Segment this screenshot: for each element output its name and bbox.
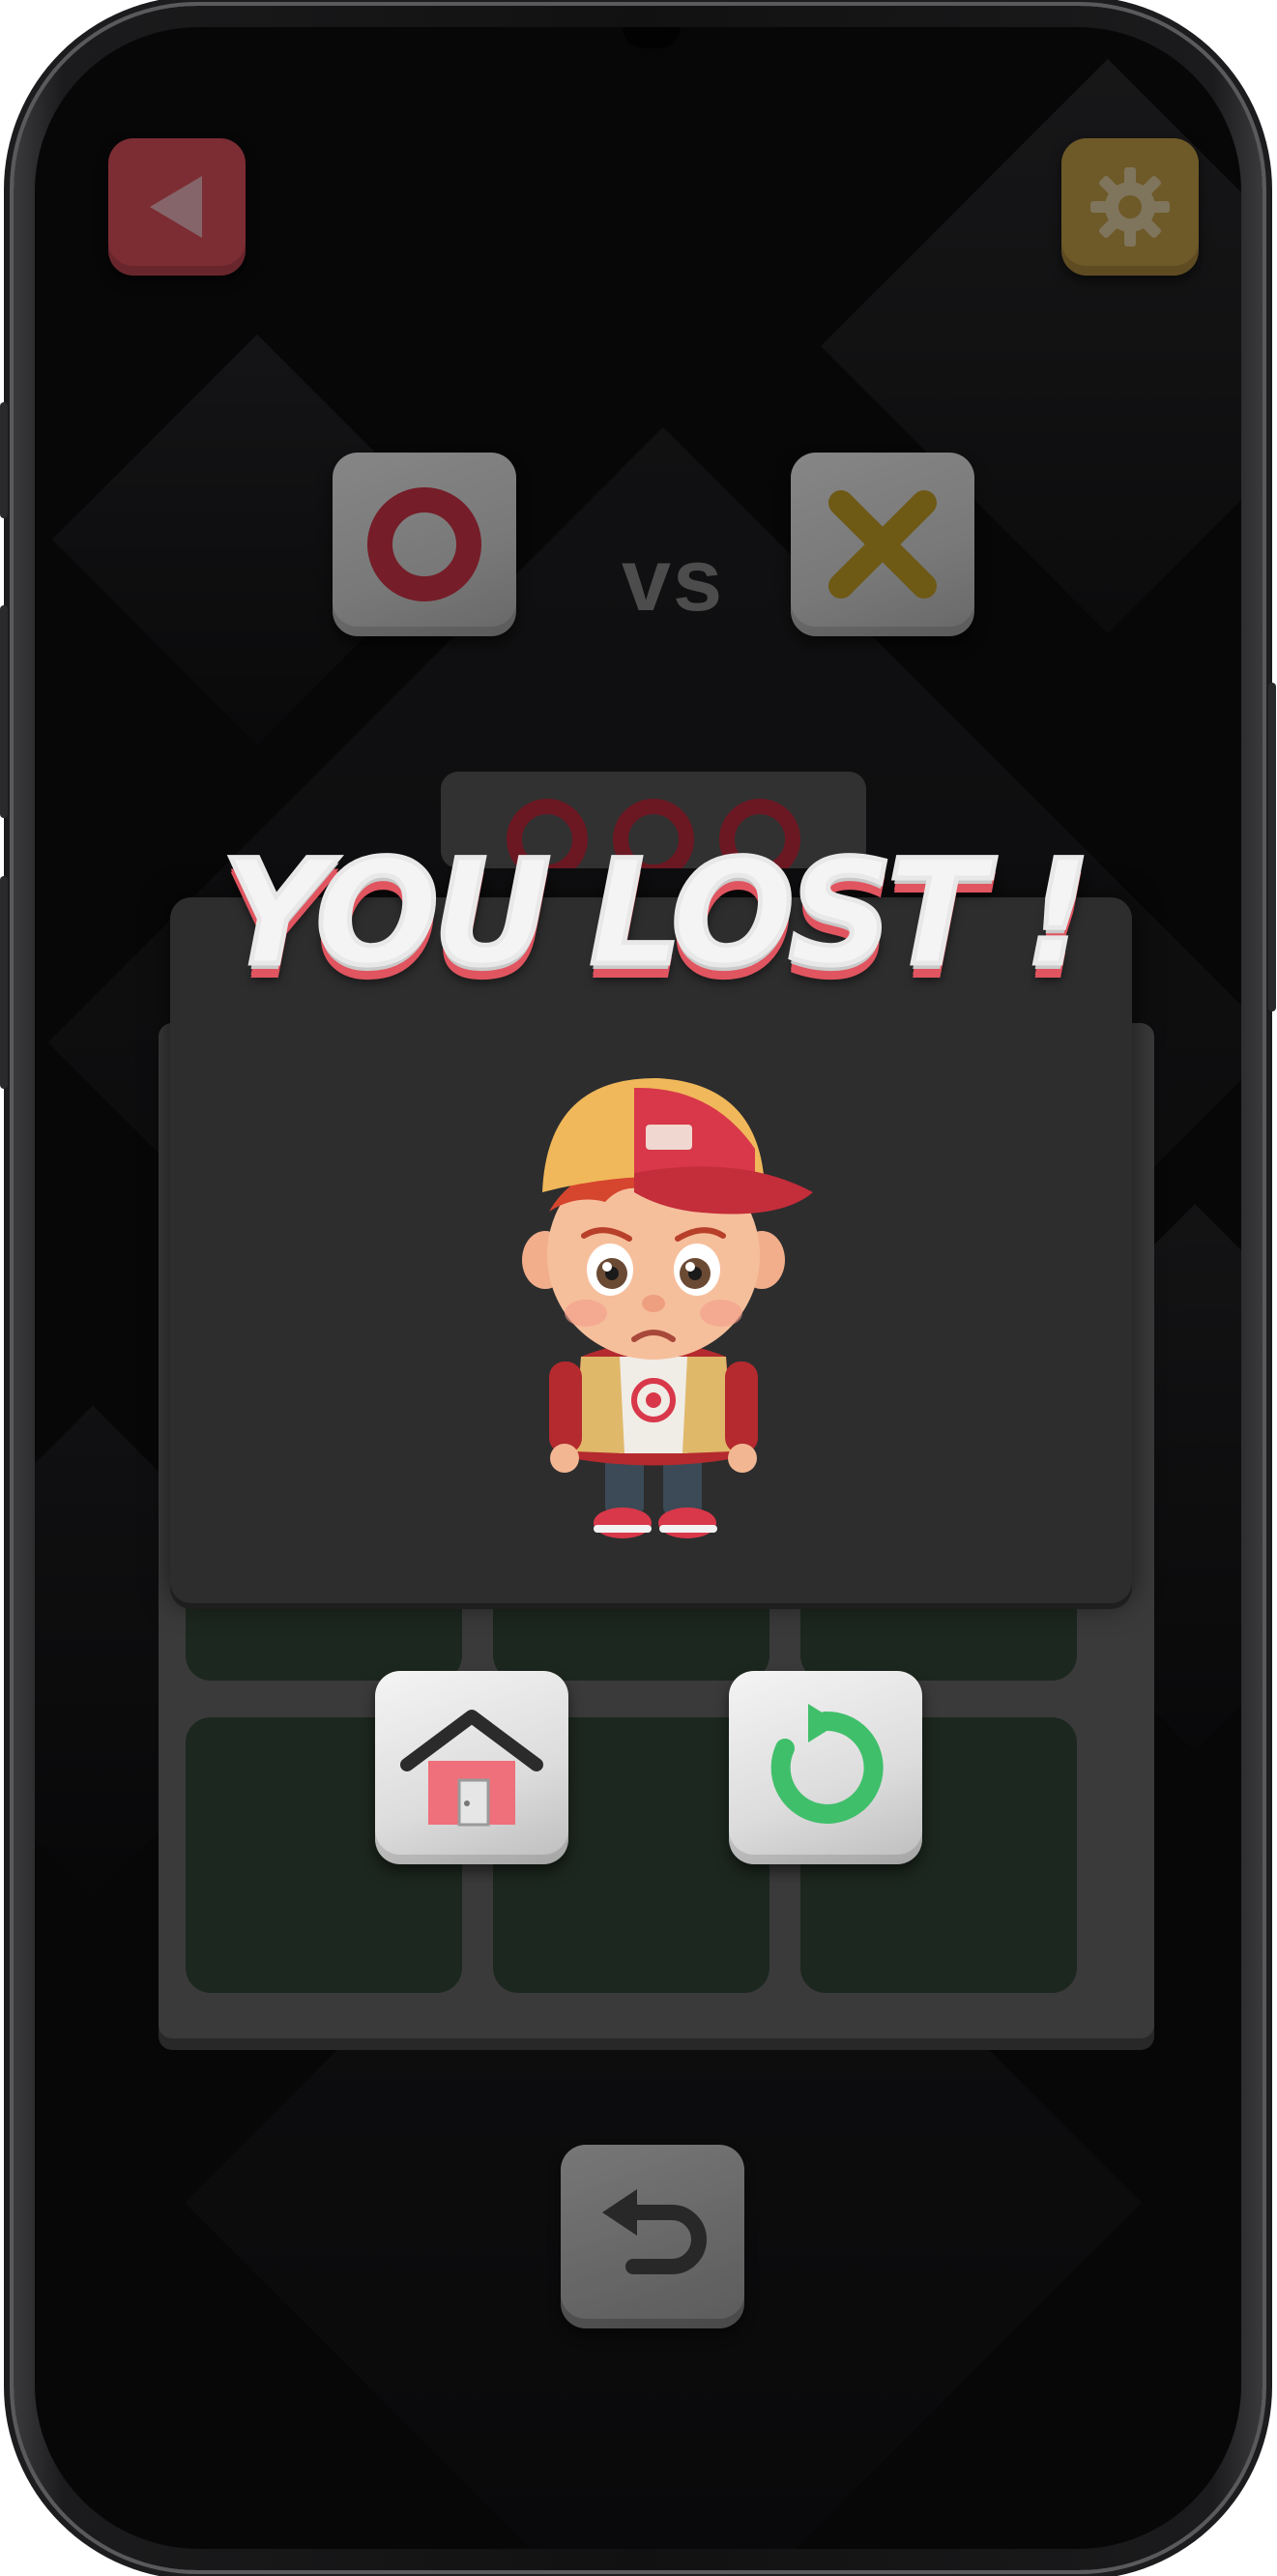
undo-icon (602, 2189, 707, 2274)
home-button[interactable] (375, 1671, 568, 1864)
result-dialog (170, 897, 1132, 1603)
sad-boy-character (522, 1077, 813, 1538)
home-icon (400, 1710, 543, 1827)
restart-icon (770, 1704, 884, 1824)
phone-volume-down (0, 876, 8, 1089)
phone-volume-up (0, 605, 8, 818)
restart-button[interactable] (729, 1671, 922, 1864)
undo-button[interactable] (561, 2145, 744, 2328)
result-title: YOU LOST ! (219, 828, 1094, 1001)
phone-mute-switch (0, 402, 8, 518)
game-screen: vs YOU LOST ! (35, 27, 1241, 2549)
phone-frame: vs YOU LOST ! (0, 6, 1276, 2570)
phone-power-button (1268, 683, 1276, 1011)
